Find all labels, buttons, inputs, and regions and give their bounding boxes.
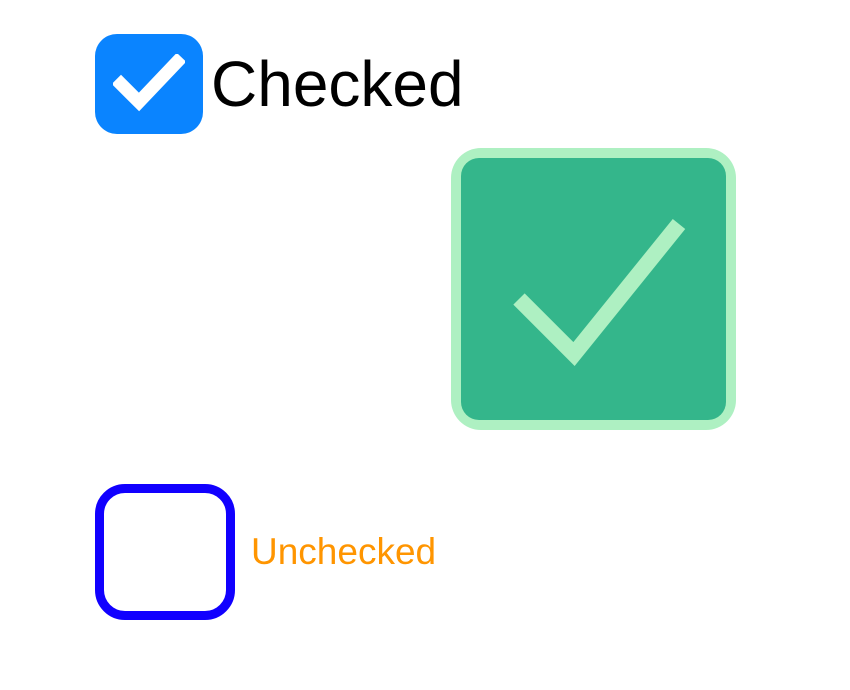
checkbox-green-inner xyxy=(461,158,726,420)
checkbox-label-checked: Checked xyxy=(211,47,464,121)
checkbox-checked-green[interactable] xyxy=(451,148,736,430)
checkbox-unchecked[interactable] xyxy=(95,484,235,620)
checkmark-icon xyxy=(113,54,185,114)
checkbox-row-3: Unchecked xyxy=(95,484,436,620)
checkbox-checked-blue[interactable] xyxy=(95,34,203,134)
checkmark-icon xyxy=(489,199,699,379)
checkbox-label-unchecked: Unchecked xyxy=(251,531,436,573)
checkbox-row-1: Checked xyxy=(95,34,464,134)
